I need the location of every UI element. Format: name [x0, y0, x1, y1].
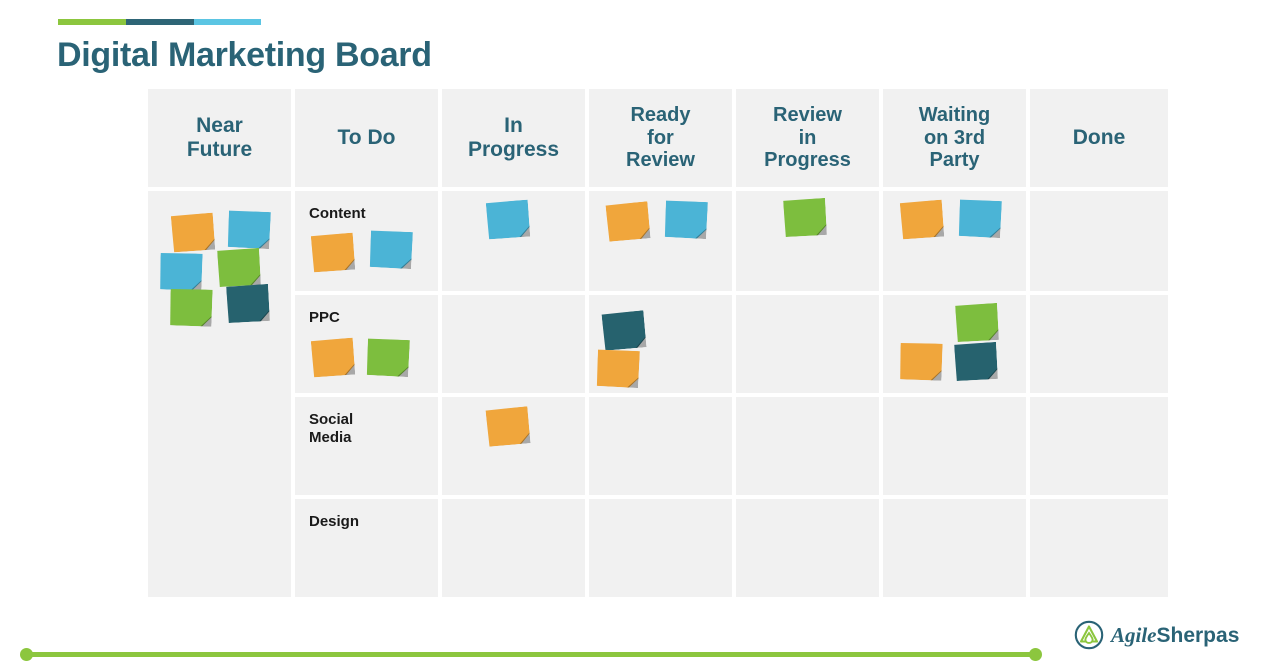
board-cell-content-review-in-progress[interactable]: [736, 191, 879, 291]
page-title: Digital Marketing Board: [57, 36, 432, 74]
board-cell-social-media-waiting-on-3rd-party[interactable]: [883, 397, 1026, 495]
brand-wordmark: AgileSherpas: [1111, 623, 1239, 648]
slide-canvas: Digital Marketing Board Near Future To Do I…: [0, 0, 1276, 668]
sticky-note-blue[interactable]: [486, 200, 530, 240]
accent-segment-green: [58, 19, 126, 25]
board-cell-content-done[interactable]: [1030, 191, 1168, 291]
board-cell-design-waiting-on-3rd-party[interactable]: [883, 499, 1026, 597]
footer-rule: [24, 652, 1036, 657]
sticky-note-blue[interactable]: [227, 210, 271, 249]
agilesherpas-logo: AgileSherpas: [1074, 620, 1239, 650]
backlog-cell-near-future[interactable]: [148, 191, 291, 597]
column-header-label: Ready for Review: [626, 104, 695, 172]
board-cell-content-to-do[interactable]: Content: [295, 191, 438, 291]
sticky-note-blue[interactable]: [159, 252, 202, 290]
column-header-done[interactable]: Done: [1030, 89, 1168, 187]
board-cell-design-in-progress[interactable]: [442, 499, 585, 597]
board-cell-ppc-review-in-progress[interactable]: [736, 295, 879, 393]
sticky-note-orange[interactable]: [311, 338, 355, 378]
sticky-note-blue[interactable]: [958, 199, 1002, 238]
column-header-label: Done: [1072, 126, 1126, 150]
footer-dot-right: [1029, 648, 1042, 661]
sticky-note-body: [899, 342, 942, 380]
sticky-note-green[interactable]: [217, 248, 261, 287]
column-header-near-future[interactable]: Near Future: [148, 89, 291, 187]
accent-segment-blue: [194, 19, 261, 25]
sticky-note-blue[interactable]: [664, 200, 708, 239]
board-cell-design-done[interactable]: [1030, 499, 1168, 597]
board-cell-ppc-in-progress[interactable]: [442, 295, 585, 393]
lane-label-ppc: PPC: [309, 309, 340, 326]
sticky-note-body: [159, 252, 202, 290]
column-header-in-progress[interactable]: In Progress: [442, 89, 585, 187]
lane-label-design: Design: [309, 513, 360, 530]
sticky-note-blue[interactable]: [369, 230, 413, 269]
lane-label-content: Content: [309, 205, 366, 222]
board-cell-content-ready-for-review[interactable]: [589, 191, 732, 291]
board-cell-ppc-done[interactable]: [1030, 295, 1168, 393]
board-cell-design-review-in-progress[interactable]: [736, 499, 879, 597]
board-cell-social-media-review-in-progress[interactable]: [736, 397, 879, 495]
title-accent-rule: [58, 19, 261, 25]
column-header-to-do[interactable]: To Do: [295, 89, 438, 187]
column-header-label: Near Future: [186, 114, 253, 161]
sticky-note-teal[interactable]: [954, 342, 998, 381]
sticky-note-teal[interactable]: [226, 284, 270, 323]
board-cell-social-media-in-progress[interactable]: [442, 397, 585, 495]
sticky-note-green[interactable]: [955, 303, 999, 342]
board-cell-social-media-to-do[interactable]: Social Media: [295, 397, 438, 495]
column-header-review-in-progress[interactable]: Review in Progress: [736, 89, 879, 187]
sticky-note-orange[interactable]: [605, 201, 650, 242]
board-cell-social-media-done[interactable]: [1030, 397, 1168, 495]
footer-dot-left: [20, 648, 33, 661]
sticky-note-teal[interactable]: [601, 310, 646, 351]
sticky-note-body: [169, 288, 212, 326]
sticky-note-orange[interactable]: [311, 233, 355, 273]
board-cell-content-in-progress[interactable]: [442, 191, 585, 291]
sticky-note-green[interactable]: [783, 198, 827, 237]
column-header-waiting-on-3rd-party[interactable]: Waiting on 3rd Party: [883, 89, 1026, 187]
sticky-note-orange[interactable]: [596, 349, 640, 388]
sticky-note-orange[interactable]: [171, 213, 215, 253]
sticky-note-green[interactable]: [366, 338, 410, 377]
lane-label-social-media: Social Media: [309, 411, 354, 447]
board-cell-content-waiting-on-3rd-party[interactable]: [883, 191, 1026, 291]
brand-sherpas: Sherpas: [1156, 623, 1240, 647]
column-header-label: Review in Progress: [764, 104, 851, 172]
board-cell-social-media-ready-for-review[interactable]: [589, 397, 732, 495]
accent-segment-teal: [126, 19, 194, 25]
column-header-ready-for-review[interactable]: Ready for Review: [589, 89, 732, 187]
board-cell-ppc-to-do[interactable]: PPC: [295, 295, 438, 393]
column-header-label: Waiting on 3rd Party: [918, 104, 991, 172]
sticky-note-green[interactable]: [169, 288, 212, 326]
board-cell-ppc-ready-for-review[interactable]: [589, 295, 732, 393]
mountain-drop-logo-icon: [1074, 620, 1104, 650]
board-cell-ppc-waiting-on-3rd-party[interactable]: [883, 295, 1026, 393]
column-header-label: To Do: [337, 126, 396, 150]
sticky-note-orange[interactable]: [900, 200, 944, 240]
column-header-label: In Progress: [467, 114, 560, 161]
board-cell-design-to-do[interactable]: Design: [295, 499, 438, 597]
brand-agile: Agile: [1111, 622, 1157, 647]
sticky-note-orange[interactable]: [899, 342, 942, 380]
kanban-board: Near Future To Do In Progress Ready for Review R…: [148, 89, 1168, 597]
board-cell-design-ready-for-review[interactable]: [589, 499, 732, 597]
sticky-note-orange[interactable]: [485, 406, 530, 447]
